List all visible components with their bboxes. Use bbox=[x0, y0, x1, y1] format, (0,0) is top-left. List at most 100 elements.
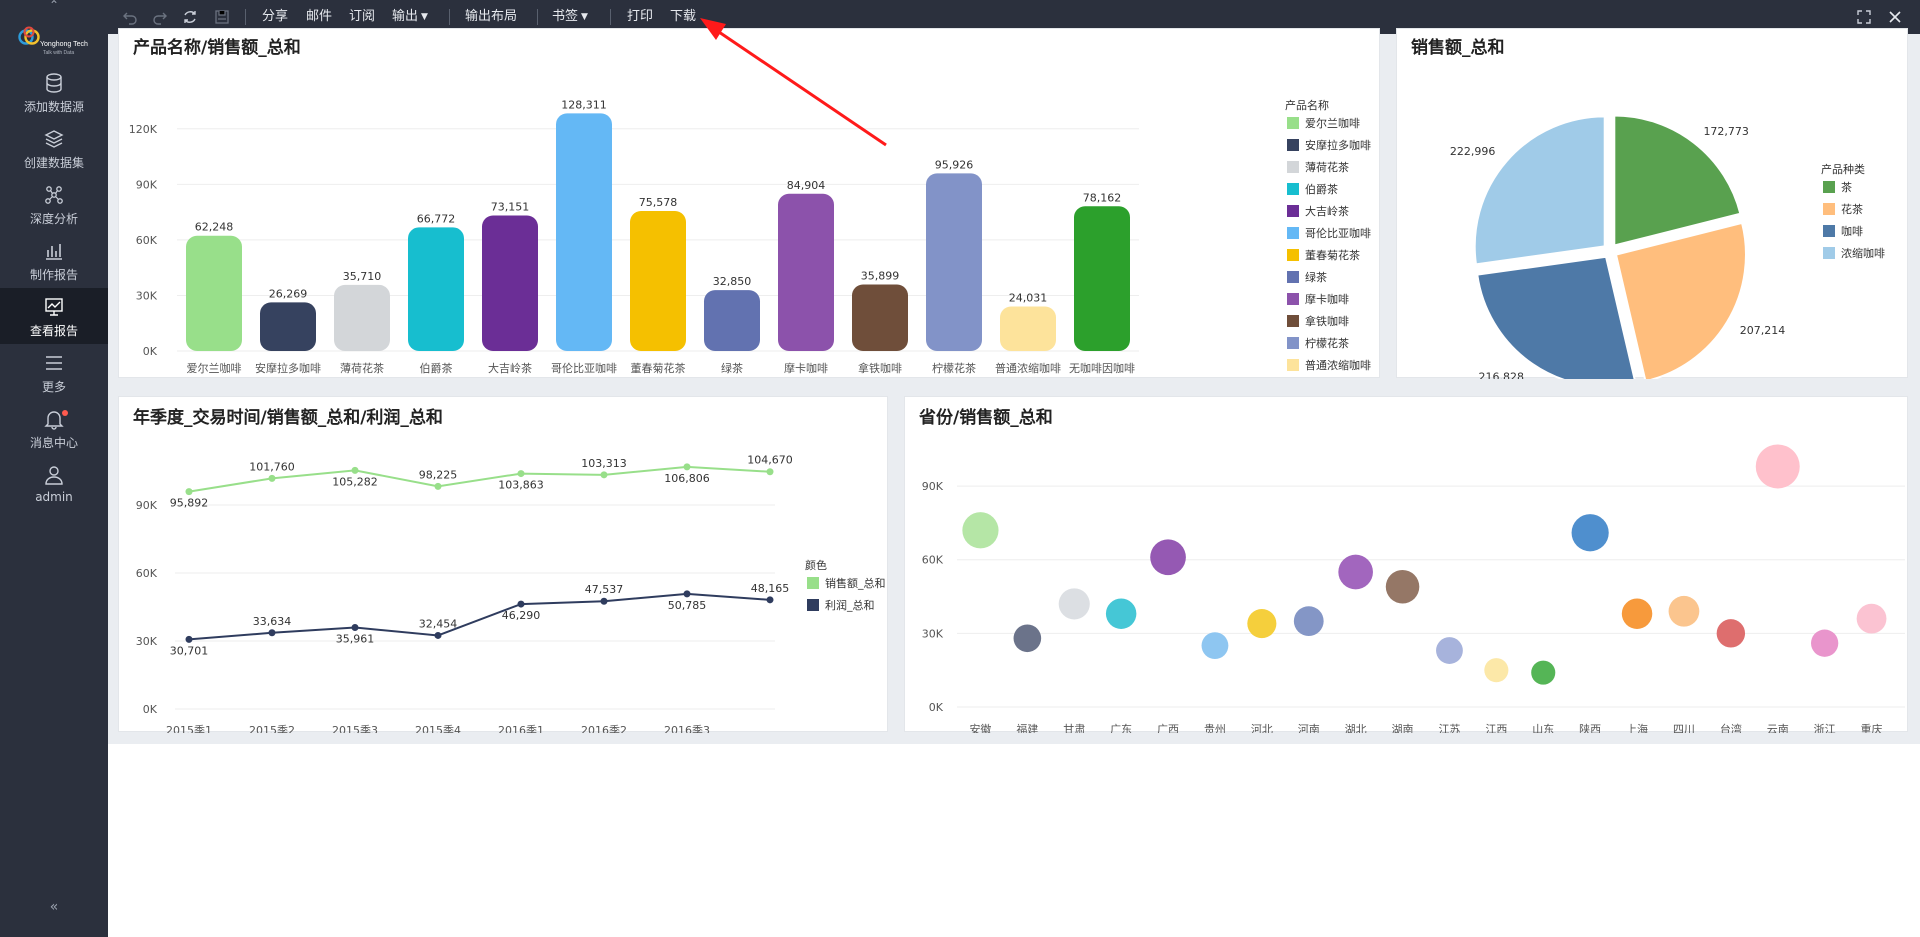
x-tick-label: 2015季3 bbox=[332, 724, 378, 733]
x-tick-label: 2016季1 bbox=[498, 724, 544, 733]
y-tick-label: 30K bbox=[136, 289, 158, 302]
legend-label: 销售额_总和 bbox=[825, 576, 886, 590]
x-tick-label: 湖北 bbox=[1345, 723, 1367, 733]
legend-title: 产品种类 bbox=[1821, 162, 1865, 176]
nav-user[interactable]: admin bbox=[0, 464, 108, 520]
data-point bbox=[766, 596, 774, 604]
x-tick-label: 柠檬花茶 bbox=[932, 361, 976, 375]
export-layout-button[interactable]: 输出布局 bbox=[465, 8, 517, 26]
x-tick-label: 爱尔兰咖啡 bbox=[187, 361, 242, 375]
legend-swatch bbox=[1287, 249, 1299, 261]
nav-view-report[interactable]: 查看报告 bbox=[0, 288, 108, 344]
app-root: ⌃ Yonghong Tech Talk with Data 添加数据源 创建数… bbox=[0, 0, 1920, 937]
y-tick-label: 0K bbox=[143, 345, 158, 358]
bar-value-label: 66,772 bbox=[417, 212, 456, 225]
y-tick-label: 30K bbox=[136, 635, 158, 648]
close-icon[interactable] bbox=[1887, 9, 1903, 25]
data-point bbox=[683, 463, 691, 471]
nav-more[interactable]: 更多 bbox=[0, 352, 108, 408]
nav-message-center[interactable]: 消息中心 bbox=[0, 408, 108, 464]
legend-swatch bbox=[1287, 161, 1299, 173]
bubble bbox=[1531, 660, 1556, 685]
legend-swatch bbox=[1823, 247, 1835, 259]
menu-icon bbox=[46, 356, 62, 370]
bubble bbox=[1385, 569, 1420, 604]
bubble bbox=[1755, 444, 1800, 489]
refresh-icon[interactable] bbox=[182, 9, 198, 25]
x-tick-label: 湖南 bbox=[1392, 723, 1414, 733]
bar bbox=[778, 193, 834, 351]
x-tick-label: 薄荷花茶 bbox=[340, 361, 384, 375]
legend-title: 产品名称 bbox=[1285, 98, 1329, 112]
data-label: 104,670 bbox=[747, 454, 793, 467]
print-button[interactable]: 打印 bbox=[627, 8, 653, 26]
legend-swatch bbox=[1823, 225, 1835, 237]
y-tick-label: 90K bbox=[136, 499, 158, 512]
bar bbox=[926, 173, 982, 351]
line-chart-panel[interactable]: 年季度_交易时间/销售额_总和/利润_总和 0K 30K 60K 90K 2015季1 2… bbox=[118, 396, 888, 733]
sidebar-up-chevron-icon[interactable]: ⌃ bbox=[44, 0, 64, 12]
bookmark-dropdown[interactable]: 书签 ▼ bbox=[552, 8, 588, 26]
legend-label: 茶 bbox=[1841, 181, 1852, 194]
legend-swatch bbox=[1287, 183, 1299, 195]
bubble bbox=[1484, 658, 1509, 683]
pie-value-label: 172,773 bbox=[1703, 125, 1749, 138]
export-dropdown[interactable]: 输出 ▼ bbox=[392, 8, 428, 26]
bar bbox=[186, 235, 242, 351]
x-tick-label: 2016季2 bbox=[581, 724, 627, 733]
data-label: 47,537 bbox=[585, 583, 624, 596]
nav-deep-analysis[interactable]: 深度分析 bbox=[0, 184, 108, 240]
nav-add-datasource[interactable]: 添加数据源 bbox=[0, 72, 108, 128]
x-tick-label: 2015季4 bbox=[415, 724, 461, 733]
legend-swatch bbox=[807, 599, 819, 611]
chevron-down-icon: ▼ bbox=[581, 12, 588, 22]
x-tick-label: 摩卡咖啡 bbox=[784, 361, 828, 375]
y-tick-label: 30K bbox=[922, 627, 944, 640]
save-icon[interactable] bbox=[214, 9, 230, 25]
bar bbox=[852, 284, 908, 351]
legend-swatch bbox=[1287, 205, 1299, 217]
fullscreen-icon[interactable] bbox=[1856, 9, 1872, 25]
undo-icon[interactable] bbox=[122, 9, 138, 25]
share-button[interactable]: 分享 bbox=[262, 8, 288, 26]
nav-label: 深度分析 bbox=[29, 212, 78, 226]
legend-swatch bbox=[1287, 139, 1299, 151]
data-label: 101,760 bbox=[249, 460, 295, 473]
y-tick-label: 0K bbox=[929, 701, 944, 714]
x-tick-label: 江西 bbox=[1485, 723, 1507, 733]
x-tick-label: 董春菊花茶 bbox=[631, 362, 686, 375]
bar bbox=[334, 284, 390, 351]
legend-label: 爱尔兰咖啡 bbox=[1305, 116, 1360, 130]
data-point bbox=[185, 635, 193, 643]
bubble bbox=[1621, 598, 1653, 629]
annotation-arrow bbox=[700, 18, 887, 147]
subscribe-button[interactable]: 订阅 bbox=[349, 8, 375, 26]
x-tick-label: 2015季1 bbox=[166, 724, 212, 733]
data-label: 48,165 bbox=[751, 582, 790, 595]
collapse-sidebar-icon[interactable]: « bbox=[44, 899, 64, 915]
legend-swatch bbox=[1287, 227, 1299, 239]
legend-label: 咖啡 bbox=[1841, 224, 1863, 238]
data-point bbox=[600, 471, 608, 479]
data-point bbox=[268, 474, 276, 482]
bubble-chart-panel[interactable]: 省份/销售额_总和 0K 30K 60K 90K 安徽 福建 甘肃 广东 广西 贵州 河北 河南 湖北湖… bbox=[904, 396, 1908, 733]
toolbar-divider bbox=[537, 9, 538, 25]
bar-value-label: 128,311 bbox=[561, 98, 607, 111]
data-label: 33,634 bbox=[253, 615, 292, 628]
nav-create-dataset[interactable]: 创建数据集 bbox=[0, 128, 108, 184]
x-tick-label: 拿铁咖啡 bbox=[858, 361, 902, 375]
redo-icon[interactable] bbox=[152, 9, 168, 25]
legend-swatch bbox=[1287, 293, 1299, 305]
legend-label: 薄荷花茶 bbox=[1305, 160, 1349, 174]
bar-value-label: 24,031 bbox=[1009, 291, 1048, 304]
data-label: 32,454 bbox=[419, 617, 458, 630]
data-point bbox=[185, 488, 193, 496]
mail-button[interactable]: 邮件 bbox=[306, 8, 332, 26]
pie-slice bbox=[1473, 115, 1606, 266]
bookmark-label: 书签 bbox=[552, 9, 579, 24]
pie-chart-panel[interactable]: 销售额_总和 172,773 207,214 216,828 222,996 产品种类茶… bbox=[1396, 28, 1908, 379]
nav-label: 更多 bbox=[41, 380, 66, 394]
bar bbox=[630, 211, 686, 351]
bar-value-label: 95,926 bbox=[935, 158, 974, 171]
data-label: 95,892 bbox=[170, 497, 209, 510]
